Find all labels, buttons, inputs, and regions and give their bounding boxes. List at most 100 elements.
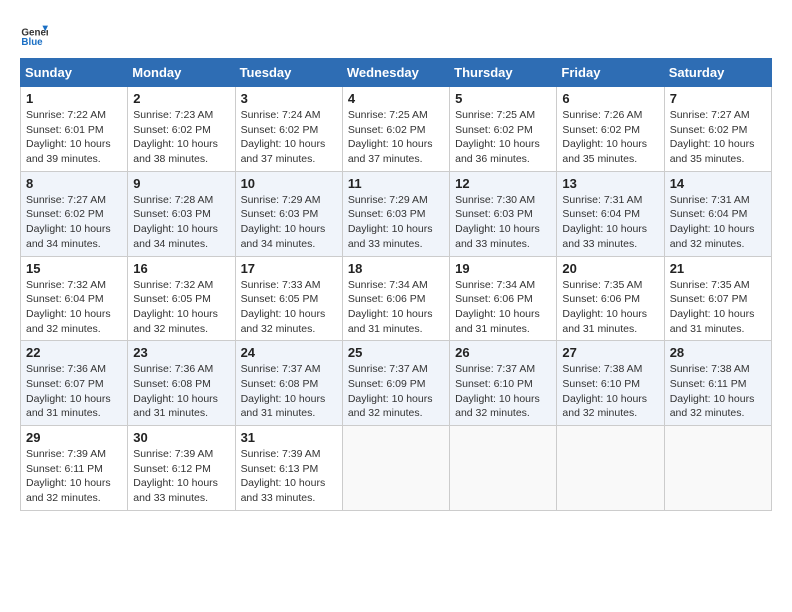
day-info: Sunrise: 7:31 AMSunset: 6:04 PMDaylight:… [562,193,658,252]
day-number: 1 [26,91,122,106]
day-number: 29 [26,430,122,445]
day-number: 25 [348,345,444,360]
day-number: 7 [670,91,766,106]
calendar-cell: 20 Sunrise: 7:35 AMSunset: 6:06 PMDayligh… [557,256,664,341]
calendar-cell: 26 Sunrise: 7:37 AMSunset: 6:10 PMDayligh… [450,341,557,426]
calendar-cell: 7 Sunrise: 7:27 AMSunset: 6:02 PMDaylight… [664,87,771,172]
calendar-cell [450,426,557,511]
svg-text:Blue: Blue [21,37,43,48]
calendar-cell: 3Sunrise: 7:24 AMSunset: 6:02 PMDaylight… [235,87,342,172]
day-number: 8 [26,176,122,191]
calendar-cell: 5 Sunrise: 7:25 AMSunset: 6:02 PMDaylight… [450,87,557,172]
day-info: Sunrise: 7:36 AMSunset: 6:07 PMDaylight:… [26,362,122,421]
day-info: Sunrise: 7:34 AMSunset: 6:06 PMDaylight:… [348,278,444,337]
day-number: 27 [562,345,658,360]
day-info: Sunrise: 7:25 AMSunset: 6:02 PMDaylight:… [348,108,444,167]
calendar-cell: 23Sunrise: 7:36 AMSunset: 6:08 PMDayligh… [128,341,235,426]
day-number: 18 [348,261,444,276]
day-number: 2 [133,91,229,106]
calendar-cell: 2 Sunrise: 7:23 AMSunset: 6:02 PMDaylight… [128,87,235,172]
day-info: Sunrise: 7:37 AMSunset: 6:09 PMDaylight:… [348,362,444,421]
day-info: Sunrise: 7:27 AMSunset: 6:02 PMDaylight:… [670,108,766,167]
calendar-cell: 8 Sunrise: 7:27 AMSunset: 6:02 PMDaylight… [21,171,128,256]
day-number: 24 [241,345,337,360]
calendar-cell: 14 Sunrise: 7:31 AMSunset: 6:04 PMDayligh… [664,171,771,256]
calendar-cell: 22 Sunrise: 7:36 AMSunset: 6:07 PMDayligh… [21,341,128,426]
day-info: Sunrise: 7:35 AMSunset: 6:06 PMDaylight:… [562,278,658,337]
day-info: Sunrise: 7:28 AMSunset: 6:03 PMDaylight:… [133,193,229,252]
day-info: Sunrise: 7:29 AMSunset: 6:03 PMDaylight:… [241,193,337,252]
calendar-cell: 12 Sunrise: 7:30 AMSunset: 6:03 PMDayligh… [450,171,557,256]
day-number: 5 [455,91,551,106]
header-day-friday: Friday [557,59,664,87]
day-number: 14 [670,176,766,191]
day-number: 30 [133,430,229,445]
day-info: Sunrise: 7:39 AMSunset: 6:12 PMDaylight:… [133,447,229,506]
day-info: Sunrise: 7:27 AMSunset: 6:02 PMDaylight:… [26,193,122,252]
day-info: Sunrise: 7:23 AMSunset: 6:02 PMDaylight:… [133,108,229,167]
day-info: Sunrise: 7:36 AMSunset: 6:08 PMDaylight:… [133,362,229,421]
week-row-2: 8 Sunrise: 7:27 AMSunset: 6:02 PMDaylight… [21,171,772,256]
calendar-cell: 28Sunrise: 7:38 AMSunset: 6:11 PMDayligh… [664,341,771,426]
calendar-cell: 29 Sunrise: 7:39 AMSunset: 6:11 PMDayligh… [21,426,128,511]
day-info: Sunrise: 7:31 AMSunset: 6:04 PMDaylight:… [670,193,766,252]
calendar-cell: 15 Sunrise: 7:32 AMSunset: 6:04 PMDayligh… [21,256,128,341]
day-number: 13 [562,176,658,191]
calendar-cell: 31 Sunrise: 7:39 AMSunset: 6:13 PMDayligh… [235,426,342,511]
calendar-cell: 10 Sunrise: 7:29 AMSunset: 6:03 PMDayligh… [235,171,342,256]
day-info: Sunrise: 7:38 AMSunset: 6:10 PMDaylight:… [562,362,658,421]
week-row-5: 29 Sunrise: 7:39 AMSunset: 6:11 PMDayligh… [21,426,772,511]
calendar-cell: 24 Sunrise: 7:37 AMSunset: 6:08 PMDayligh… [235,341,342,426]
calendar-cell: 1 Sunrise: 7:22 AMSunset: 6:01 PMDaylight… [21,87,128,172]
day-number: 19 [455,261,551,276]
page-container: General Blue SundayMondayTuesdayWednesda… [20,20,772,511]
header-day-monday: Monday [128,59,235,87]
logo-icon: General Blue [20,20,48,48]
calendar-table: SundayMondayTuesdayWednesdayThursdayFrid… [20,58,772,511]
day-info: Sunrise: 7:25 AMSunset: 6:02 PMDaylight:… [455,108,551,167]
week-row-1: 1 Sunrise: 7:22 AMSunset: 6:01 PMDaylight… [21,87,772,172]
day-info: Sunrise: 7:22 AMSunset: 6:01 PMDaylight:… [26,108,122,167]
calendar-cell: 4Sunrise: 7:25 AMSunset: 6:02 PMDaylight… [342,87,449,172]
day-info: Sunrise: 7:30 AMSunset: 6:03 PMDaylight:… [455,193,551,252]
day-number: 17 [241,261,337,276]
calendar-cell: 13 Sunrise: 7:31 AMSunset: 6:04 PMDayligh… [557,171,664,256]
day-number: 9 [133,176,229,191]
week-row-4: 22 Sunrise: 7:36 AMSunset: 6:07 PMDayligh… [21,341,772,426]
day-number: 15 [26,261,122,276]
day-info: Sunrise: 7:37 AMSunset: 6:08 PMDaylight:… [241,362,337,421]
day-info: Sunrise: 7:33 AMSunset: 6:05 PMDaylight:… [241,278,337,337]
day-number: 22 [26,345,122,360]
day-number: 26 [455,345,551,360]
calendar-cell: 9 Sunrise: 7:28 AMSunset: 6:03 PMDaylight… [128,171,235,256]
day-number: 10 [241,176,337,191]
day-number: 20 [562,261,658,276]
day-number: 16 [133,261,229,276]
header-row: SundayMondayTuesdayWednesdayThursdayFrid… [21,59,772,87]
calendar-cell: 21Sunrise: 7:35 AMSunset: 6:07 PMDayligh… [664,256,771,341]
day-info: Sunrise: 7:29 AMSunset: 6:03 PMDaylight:… [348,193,444,252]
calendar-cell: 27 Sunrise: 7:38 AMSunset: 6:10 PMDayligh… [557,341,664,426]
header-day-tuesday: Tuesday [235,59,342,87]
calendar-cell: 25 Sunrise: 7:37 AMSunset: 6:09 PMDayligh… [342,341,449,426]
day-info: Sunrise: 7:32 AMSunset: 6:05 PMDaylight:… [133,278,229,337]
day-number: 11 [348,176,444,191]
header: General Blue [20,20,772,48]
day-info: Sunrise: 7:39 AMSunset: 6:11 PMDaylight:… [26,447,122,506]
day-info: Sunrise: 7:37 AMSunset: 6:10 PMDaylight:… [455,362,551,421]
week-row-3: 15 Sunrise: 7:32 AMSunset: 6:04 PMDayligh… [21,256,772,341]
calendar-cell: 6Sunrise: 7:26 AMSunset: 6:02 PMDaylight… [557,87,664,172]
calendar-cell: 16 Sunrise: 7:32 AMSunset: 6:05 PMDayligh… [128,256,235,341]
header-day-sunday: Sunday [21,59,128,87]
calendar-cell [664,426,771,511]
calendar-cell: 11 Sunrise: 7:29 AMSunset: 6:03 PMDayligh… [342,171,449,256]
day-number: 31 [241,430,337,445]
day-info: Sunrise: 7:26 AMSunset: 6:02 PMDaylight:… [562,108,658,167]
day-info: Sunrise: 7:24 AMSunset: 6:02 PMDaylight:… [241,108,337,167]
day-info: Sunrise: 7:35 AMSunset: 6:07 PMDaylight:… [670,278,766,337]
day-number: 12 [455,176,551,191]
day-info: Sunrise: 7:32 AMSunset: 6:04 PMDaylight:… [26,278,122,337]
day-info: Sunrise: 7:39 AMSunset: 6:13 PMDaylight:… [241,447,337,506]
day-info: Sunrise: 7:34 AMSunset: 6:06 PMDaylight:… [455,278,551,337]
header-day-thursday: Thursday [450,59,557,87]
